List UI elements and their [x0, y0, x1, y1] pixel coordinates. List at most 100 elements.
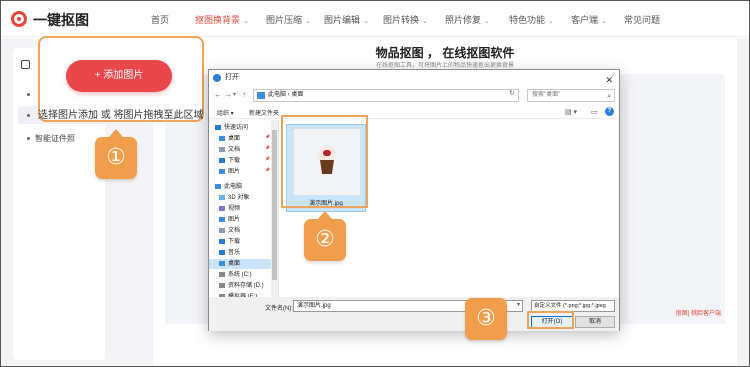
nav-item-label: 常见问题: [624, 15, 661, 25]
nav-item-label: 图片转换: [383, 15, 420, 25]
tree-item-label: 视频: [228, 206, 241, 212]
filename-dropdown-icon[interactable]: ▾: [517, 301, 520, 308]
nav-item-label: 图片压缩: [266, 15, 303, 25]
desktop-icon: [219, 260, 225, 266]
pin-icon: 📌: [265, 167, 270, 172]
nav-item[interactable]: 客户端 ⌄: [571, 13, 607, 26]
step-3-badge: ③: [465, 298, 507, 340]
tree-item-label: 系统 (C:): [228, 272, 252, 278]
picture-icon: [219, 168, 225, 174]
sidebar-collapse-icon[interactable]: [21, 60, 30, 69]
nav-item[interactable]: 首页: [151, 13, 169, 26]
refresh-icon[interactable]: ↻: [509, 89, 515, 97]
new-folder-button[interactable]: 新建文件夹: [249, 108, 279, 117]
tree-item[interactable]: 图片: [219, 167, 240, 177]
step-pointer-icon: [109, 129, 123, 137]
tree-item-label: 文档: [228, 228, 241, 234]
video-icon: [219, 205, 225, 211]
tree-item-label: 图片: [228, 217, 241, 223]
close-icon[interactable]: ✕: [605, 72, 613, 88]
tree-item-label: 桌面: [228, 136, 241, 142]
step-1-badge: ①: [95, 137, 137, 179]
nav-item[interactable]: 常见问题: [624, 13, 660, 26]
nav-item[interactable]: 抠图换背景 ⌄: [195, 13, 249, 26]
add-image-button[interactable]: + 添加图片: [66, 60, 172, 92]
computer-icon: [215, 183, 221, 189]
address-bar[interactable]: 此电脑 › 桌面: [253, 89, 519, 102]
nav-item[interactable]: 图片编辑 ⌄: [324, 13, 369, 26]
nav-item-label: 客户端: [571, 15, 599, 25]
chevron-down-icon: ⌄: [484, 18, 490, 25]
picture-icon: [219, 216, 225, 222]
chevron-down-icon: ⌄: [422, 18, 428, 25]
pin-icon: 📌: [265, 145, 270, 150]
tree-item-label: 桌面: [228, 261, 241, 267]
tree-scrollbar[interactable]: [271, 120, 278, 297]
music-icon: [219, 249, 225, 255]
pin-icon: 📌: [265, 156, 270, 161]
tree-item[interactable]: 桌面: [209, 259, 271, 269]
drive-icon: [219, 282, 225, 288]
tree-item[interactable]: 快速访问: [215, 123, 248, 133]
top-nav-bar: 一键抠图 首页 抠图换背景 ⌄ 图片压缩 ⌄ 图片编辑 ⌄ 图片转换 ⌄ 照片修复 ⌄ 特色功能 ⌄ 客户…: [1, 1, 749, 37]
page-title: 物品抠图 ， 在线抠图软件: [375, 46, 515, 60]
recent-dropdown-icon[interactable]: ▾: [233, 91, 236, 98]
nav-item-label: 图片编辑: [324, 15, 361, 25]
pin-icon: 📌: [265, 134, 270, 139]
page-subtitle: 在线抠图工具，可将图片上的物品快速抠出更换背景: [375, 63, 514, 69]
tree-item-label: 下载: [228, 239, 241, 245]
desktop-icon: [219, 135, 225, 141]
dialog-title: 打开: [225, 74, 239, 81]
search-box[interactable]: 搜索"桌面" ⌕: [527, 89, 615, 102]
download-icon: [219, 157, 225, 163]
tree-item[interactable]: 视频: [219, 204, 240, 214]
logo-icon: [11, 11, 27, 27]
download-icon: [219, 238, 225, 244]
tree-item-label: 音乐: [228, 250, 241, 256]
sidebar-item-id-photo[interactable]: 智能证件照: [35, 133, 75, 144]
up-arrow-icon[interactable]: ↑: [242, 90, 246, 99]
tree-item[interactable]: 文档: [219, 226, 240, 236]
tree-item-label: 图片: [228, 169, 241, 175]
tree-item[interactable]: 桌面: [219, 134, 240, 144]
tree-item[interactable]: 资料存储 (D:): [219, 281, 264, 291]
scrollbar-thumb[interactable]: [272, 130, 277, 280]
filename-label: 文件名(N):: [265, 306, 293, 312]
tree-item[interactable]: 3D 对象: [219, 193, 249, 203]
tree-item[interactable]: 此电脑: [215, 182, 242, 192]
document-icon: [219, 227, 225, 233]
tree-item[interactable]: 系统 (C:): [219, 270, 252, 280]
tree-item[interactable]: 文档: [219, 145, 240, 155]
back-arrow-icon[interactable]: ←: [214, 90, 222, 99]
client-link[interactable]: 抠图] 桃脸客户端: [676, 308, 721, 317]
nav-item[interactable]: 图片转换 ⌄: [383, 13, 428, 26]
help-icon[interactable]: ?: [605, 107, 614, 116]
chevron-down-icon: ⌄: [243, 18, 249, 25]
nav-item[interactable]: 图片压缩 ⌄: [266, 13, 311, 26]
tree-item[interactable]: 图片: [219, 215, 240, 225]
tree-item-label: 下载: [228, 158, 241, 164]
tree-item[interactable]: 下载: [219, 156, 240, 166]
view-options-icon[interactable]: ▤ ▾: [565, 108, 577, 116]
chevron-down-icon: ⌄: [305, 18, 311, 25]
open-file-dialog: 打开 ✕ ← → ▾ ↑ 此电脑 › 桌面 ↻ 搜索"桌面" ⌕ 组织 ▾ 新建…: [208, 69, 620, 331]
brand-name: 一键抠图: [33, 12, 89, 28]
sidebar-bullet-icon: [27, 137, 30, 140]
forward-arrow-icon[interactable]: →: [224, 90, 232, 99]
address-path: 此电脑 › 桌面: [268, 92, 304, 98]
nav-item[interactable]: 特色功能 ⌄: [509, 13, 554, 26]
chevron-down-icon: ⌄: [548, 18, 554, 25]
chevron-down-icon: ⌄: [363, 18, 369, 25]
search-icon: ⌕: [607, 93, 611, 100]
nav-item[interactable]: 照片修复 ⌄: [445, 13, 490, 26]
tree-item[interactable]: 音乐: [219, 248, 240, 258]
tree-item-label: 3D 对象: [228, 195, 250, 201]
tree-item-label: 快速访问: [224, 125, 249, 131]
tree-item[interactable]: 下载: [219, 237, 240, 247]
tree-item-label: 文档: [228, 147, 241, 153]
preview-pane-icon[interactable]: ▭: [591, 108, 598, 116]
organize-button[interactable]: 组织 ▾: [217, 108, 234, 117]
drive-icon: [219, 271, 225, 277]
nav-item-label: 抠图换背景: [195, 15, 241, 25]
cancel-button[interactable]: 取消: [575, 316, 615, 328]
